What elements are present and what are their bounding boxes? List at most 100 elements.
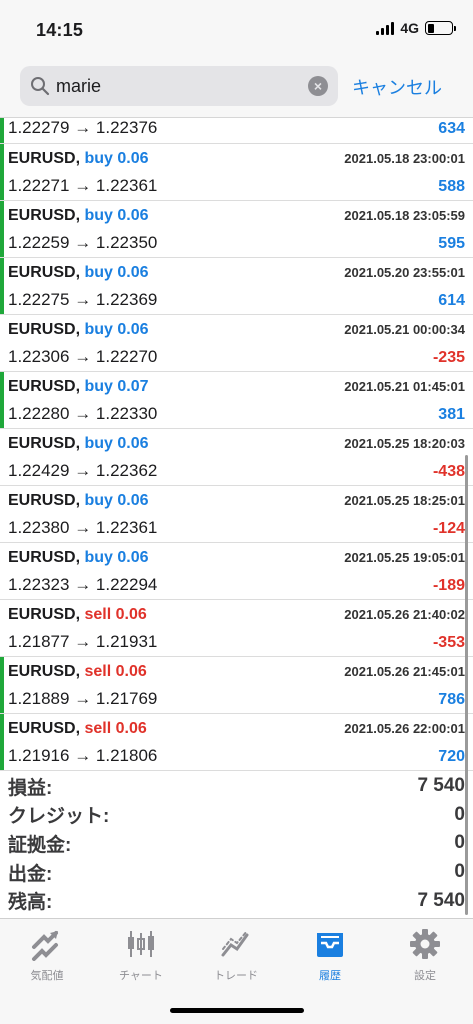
- trade-side: sell: [84, 663, 112, 680]
- close-price: 1.22330: [95, 404, 158, 423]
- trade-side: sell: [84, 606, 112, 623]
- open-price: 1.22323: [8, 575, 70, 594]
- trade-lots: 0.06: [117, 549, 149, 566]
- summary-row: 出金: 0: [0, 858, 473, 887]
- open-price: 1.22429: [8, 461, 70, 480]
- arrow-icon: →: [74, 176, 92, 195]
- home-indicator[interactable]: [170, 1008, 304, 1013]
- trade-lots: 0.06: [115, 606, 147, 623]
- trade-side: buy: [84, 549, 113, 566]
- trade-side: buy: [84, 264, 113, 281]
- arrow-icon: →: [74, 290, 92, 309]
- close-price: 1.22270: [95, 347, 158, 366]
- arrow-icon: →: [74, 118, 92, 137]
- open-price: 1.22380: [8, 518, 70, 537]
- trade-row[interactable]: EURUSD, buy 0.06 2021.05.18 23:00:01 1.222…: [0, 144, 473, 201]
- trade-lots: 0.06: [117, 321, 149, 338]
- trade-row[interactable]: EURUSD, buy 0.06 2021.05.21 00:00:34 1.223…: [0, 315, 473, 372]
- tab-label: トレード: [214, 970, 258, 982]
- tab-quotes[interactable]: 気配値: [0, 927, 94, 987]
- trade-side: buy: [84, 207, 113, 224]
- status-time: 14:15: [36, 20, 84, 40]
- trade-symbol: EURUSD,: [8, 492, 81, 509]
- trade-lots: 0.06: [117, 264, 149, 281]
- arrow-icon: →: [74, 233, 92, 252]
- trade-profit: 588: [438, 178, 465, 195]
- trade-row[interactable]: EURUSD, buy 0.06 2021.05.25 18:25:01 1.223…: [0, 486, 473, 543]
- open-price: 1.22279: [8, 118, 70, 137]
- summary-label: 損益:: [8, 777, 53, 799]
- trade-symbol: EURUSD,: [8, 606, 81, 623]
- tab-settings[interactable]: 設定: [378, 927, 472, 987]
- trade-row[interactable]: EURUSD, buy 0.06 2021.05.18 23:05:59 1.222…: [0, 201, 473, 258]
- trade-side: buy: [84, 492, 113, 509]
- arrow-icon: →: [74, 689, 92, 708]
- trade-date: 2021.05.25 19:05:01: [344, 550, 465, 565]
- summary-value: 0: [454, 803, 465, 825]
- trade-row[interactable]: EURUSD, sell 0.06 2021.05.26 22:00:01 1.21…: [0, 714, 473, 771]
- summary-value: 0: [454, 832, 465, 854]
- search-input[interactable]: [56, 66, 296, 106]
- trade-profit: 786: [438, 691, 465, 708]
- trade-lots: 0.06: [117, 150, 149, 167]
- open-price: 1.21916: [8, 746, 70, 765]
- network-label: 4G: [400, 20, 419, 36]
- search-field[interactable]: ×: [20, 66, 338, 106]
- trade-row[interactable]: EURUSD, sell 0.06 2021.05.26 21:45:01 1.21…: [0, 657, 473, 714]
- trade-icon: [221, 930, 249, 957]
- trade-row[interactable]: EURUSD, buy 0.06 2021.05.20 23:55:01 1.222…: [0, 258, 473, 315]
- arrow-icon: →: [74, 575, 92, 594]
- status-indicators: 4G: [376, 20, 456, 36]
- trade-profit: -124: [432, 520, 465, 537]
- tab-trade[interactable]: トレード: [189, 927, 283, 987]
- tab-history[interactable]: 履歴: [283, 927, 377, 987]
- trade-date: 2021.05.18 23:00:01: [344, 151, 465, 166]
- trade-symbol: EURUSD,: [8, 435, 81, 452]
- close-price: 1.22294: [95, 575, 158, 594]
- open-price: 1.22271: [8, 176, 70, 195]
- search-icon: [31, 77, 50, 96]
- close-price: 1.22376: [95, 118, 158, 137]
- summary-row: クレジット: 0: [0, 801, 473, 830]
- trade-symbol: EURUSD,: [8, 207, 81, 224]
- summary-row: 残高: 7 540: [0, 886, 473, 915]
- trade-row[interactable]: EURUSD, buy 0.06 2021.05.25 19:05:01 1.223…: [0, 543, 473, 600]
- trade-lots: 0.06: [117, 207, 149, 224]
- trade-lots: 0.06: [117, 492, 149, 509]
- status-bar: 14:15 4G: [0, 0, 473, 56]
- clear-search-icon[interactable]: ×: [308, 76, 328, 96]
- trade-profit: 720: [438, 748, 465, 765]
- trade-date: 2021.05.26 22:00:01: [344, 721, 465, 736]
- trade-date: 2021.05.26 21:45:01: [344, 664, 465, 679]
- history-icon: [317, 933, 343, 957]
- trade-profit: 595: [438, 235, 465, 252]
- open-price: 1.22280: [8, 404, 70, 423]
- open-price: 1.21877: [8, 632, 70, 651]
- signal-icon: [376, 21, 395, 35]
- summary-label: クレジット:: [8, 806, 110, 828]
- close-price: 1.21769: [95, 689, 158, 708]
- trade-row[interactable]: EURUSD, sell 0.06 2021.05.26 21:40:02 1.21…: [0, 600, 473, 657]
- open-price: 1.22306: [8, 347, 70, 366]
- close-price: 1.22361: [95, 518, 158, 537]
- close-price: 1.22369: [95, 290, 158, 309]
- chart-icon: [128, 931, 154, 957]
- tab-chart[interactable]: チャート: [94, 927, 188, 987]
- trade-symbol: EURUSD,: [8, 378, 81, 395]
- trade-history-list: 1.22279 → 1.22376 634 EURUSD, buy 0.06 2021…: [0, 118, 473, 771]
- trade-side: sell: [84, 720, 112, 737]
- trade-profit: 381: [438, 406, 465, 423]
- cancel-button[interactable]: キャンセル: [352, 74, 442, 100]
- trade-row[interactable]: EURUSD, buy 0.07 2021.05.21 01:45:01 1.222…: [0, 372, 473, 429]
- trade-row[interactable]: EURUSD, buy 0.06 2021.05.25 18:20:03 1.224…: [0, 429, 473, 486]
- summary-value: 7 540: [417, 889, 465, 911]
- battery-icon: [425, 21, 456, 35]
- trade-row[interactable]: 1.22279 → 1.22376 634: [0, 118, 473, 144]
- close-price: 1.21806: [95, 746, 158, 765]
- quotes-icon: [32, 931, 58, 961]
- arrow-icon: →: [74, 461, 92, 480]
- account-summary: 損益: 7 540 クレジット: 0 証拠金: 0 出金: 0 残高: 7 540: [0, 772, 473, 915]
- trade-side: buy: [84, 150, 113, 167]
- trade-symbol: EURUSD,: [8, 663, 81, 680]
- trade-profit: -189: [432, 577, 465, 594]
